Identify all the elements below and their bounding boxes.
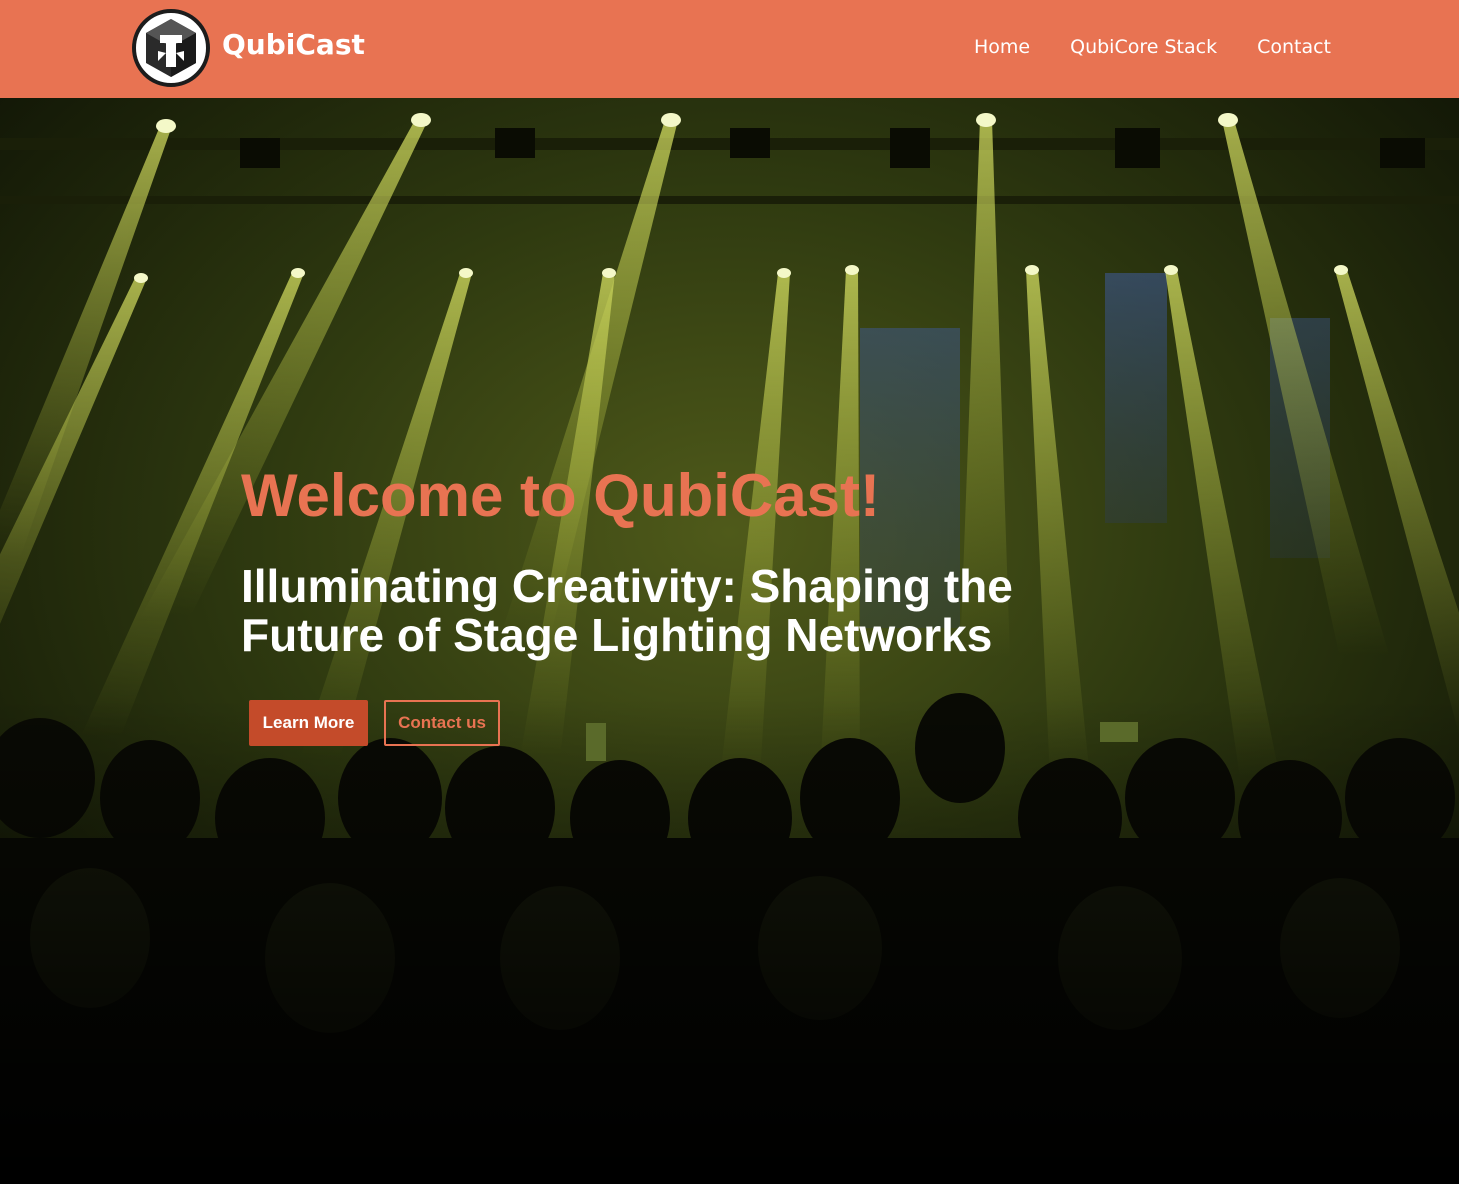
hero-buttons: Learn More Contact us xyxy=(249,700,500,746)
hero-tagline: Illuminating Creativity: Shaping the Fut… xyxy=(241,560,1013,661)
learn-more-button[interactable]: Learn More xyxy=(249,700,368,746)
hero-title: Welcome to QubiCast! xyxy=(241,462,880,529)
main-nav: Home QubiCore Stack Contact xyxy=(974,36,1331,58)
nav-link-contact[interactable]: Contact xyxy=(1257,36,1331,58)
nav-link-home[interactable]: Home xyxy=(974,36,1030,58)
hero-content: Welcome to QubiCast! Illuminating Creati… xyxy=(241,462,1141,660)
hero-section: Welcome to QubiCast! Illuminating Creati… xyxy=(0,98,1459,1184)
brand-name[interactable]: QubiCast xyxy=(222,28,365,61)
qubicast-logo-icon[interactable] xyxy=(132,9,210,87)
navbar: QubiCast Home QubiCore Stack Contact xyxy=(0,0,1459,98)
nav-link-qubicore-stack[interactable]: QubiCore Stack xyxy=(1070,36,1217,58)
contact-us-button[interactable]: Contact us xyxy=(384,700,500,746)
